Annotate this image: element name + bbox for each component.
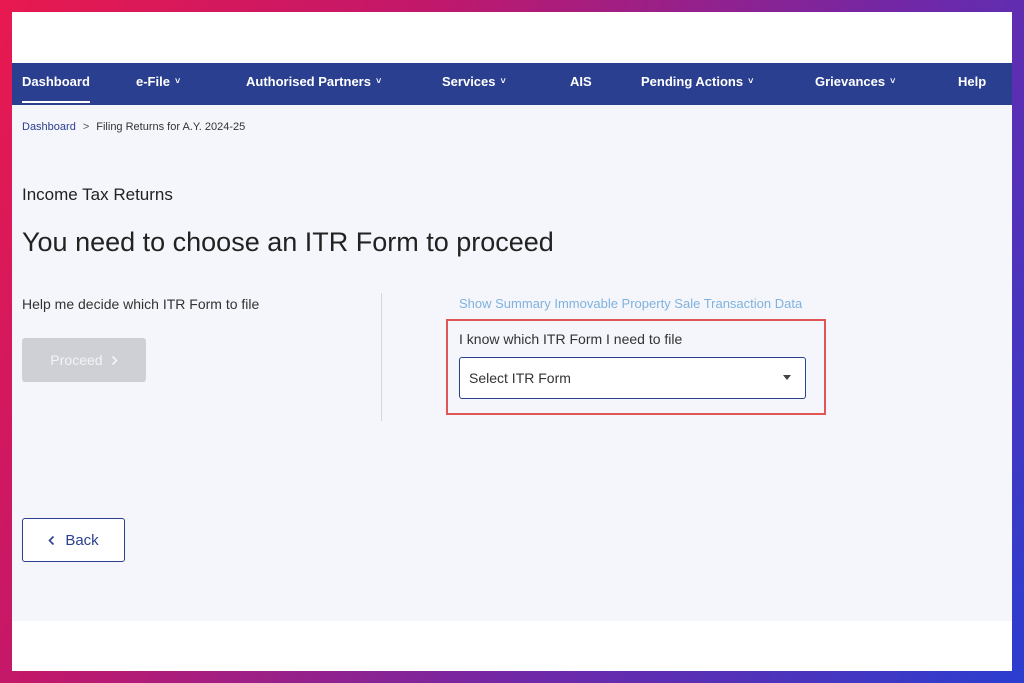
nav-label: Authorised Partners <box>246 74 371 89</box>
browser-screen: Dashboard e-File ˅ Authorised Partners ˅ S… <box>12 12 1012 671</box>
nav-label: Dashboard <box>22 74 90 89</box>
main-content: Dashboard > Filing Returns for A.Y. 2024-2… <box>12 105 1012 621</box>
nav-item-ais[interactable]: AIS <box>570 63 592 105</box>
nav-item-efile[interactable]: e-File ˅ <box>136 63 180 105</box>
proceed-label: Proceed <box>50 352 103 368</box>
bottom-area <box>12 621 1012 671</box>
chevron-left-icon <box>48 535 55 545</box>
help-decide-text: Help me decide which ITR Form to file <box>22 296 260 312</box>
nav-item-grievances[interactable]: Grievances ˅ <box>815 63 895 105</box>
chevron-down-icon: ˅ <box>375 76 382 86</box>
itr-form-select[interactable]: Select ITR Form <box>459 357 806 399</box>
itr-form-select-value: Select ITR Form <box>469 370 571 386</box>
nav-item-dashboard[interactable]: Dashboard <box>22 63 90 105</box>
proceed-button[interactable]: Proceed <box>22 338 146 382</box>
section-title: Income Tax Returns <box>22 185 173 204</box>
nav-label: Help <box>958 74 987 89</box>
summary-property-link[interactable]: Show Summary Immovable Property Sale Tra… <box>459 296 802 311</box>
breadcrumb-current: Filing Returns for A.Y. 2024-25 <box>96 121 246 133</box>
nav-label: Pending Actions <box>641 74 744 89</box>
nav-label: e-File <box>136 74 170 89</box>
nav-label: AIS <box>570 74 592 89</box>
back-button[interactable]: Back <box>22 518 125 562</box>
nav-item-help[interactable]: Help <box>958 63 986 105</box>
panel-divider <box>381 293 382 421</box>
breadcrumb: Dashboard > Filing Returns for A.Y. 2024-2… <box>22 121 245 133</box>
chevron-down-icon: ˅ <box>174 76 181 86</box>
top-bar <box>12 12 1012 63</box>
itr-form-label: I know which ITR Form I need to file <box>459 331 683 347</box>
caret-down-icon <box>783 375 791 380</box>
chevron-down-icon: ˅ <box>890 76 896 86</box>
nav-label: Grievances <box>815 74 886 89</box>
back-label: Back <box>65 531 99 549</box>
nav-item-pending-actions[interactable]: Pending Actions ˅ <box>641 63 753 105</box>
breadcrumb-home-link[interactable]: Dashboard <box>22 121 76 133</box>
main-navigation: Dashboard e-File ˅ Authorised Partners ˅ S… <box>12 63 1012 105</box>
chevron-down-icon: ˅ <box>500 76 506 86</box>
nav-label: Services <box>442 74 496 89</box>
chevron-right-icon <box>111 355 118 365</box>
page-title: You need to choose an ITR Form to procee… <box>22 227 554 257</box>
chevron-down-icon: ˅ <box>748 76 754 86</box>
nav-item-authorised-partners[interactable]: Authorised Partners ˅ <box>246 63 381 105</box>
breadcrumb-separator: > <box>82 121 90 133</box>
nav-item-services[interactable]: Services ˅ <box>442 63 506 105</box>
